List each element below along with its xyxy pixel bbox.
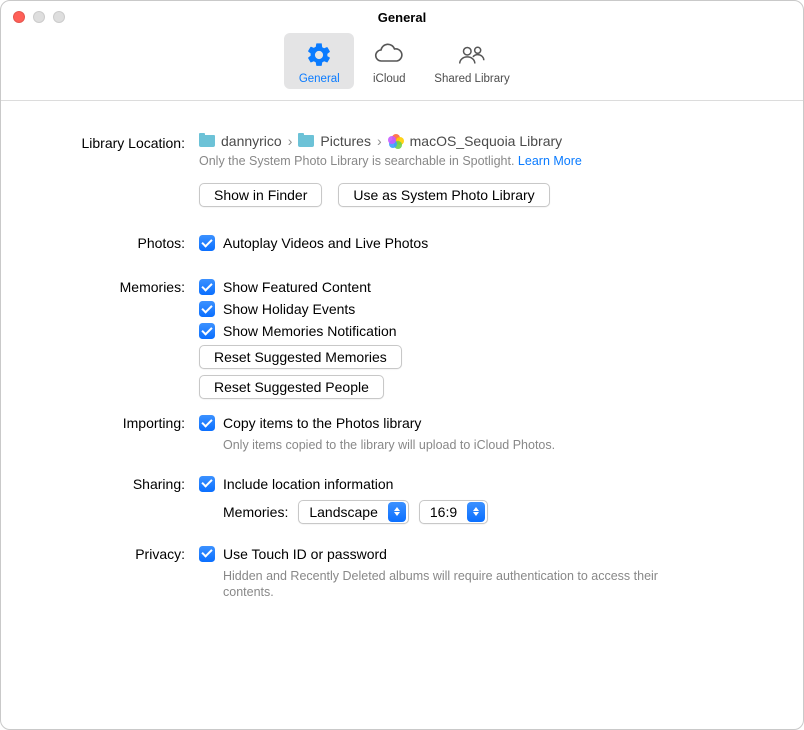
- crumb-pictures: Pictures: [320, 133, 371, 149]
- crumb-home: dannyrico: [221, 133, 282, 149]
- holiday-events-checkbox[interactable]: [199, 301, 215, 317]
- stepper-arrows-icon: [467, 502, 485, 522]
- home-folder-icon: [199, 135, 215, 148]
- holiday-events-row[interactable]: Show Holiday Events: [199, 301, 755, 317]
- copy-items-label: Copy items to the Photos library: [223, 415, 421, 431]
- copy-items-checkbox[interactable]: [199, 415, 215, 431]
- aspect-ratio-select[interactable]: 16:9: [419, 500, 488, 524]
- crumb-library: macOS_Sequoia Library: [410, 133, 563, 149]
- content-area: Library Location: dannyrico › Pictures ›…: [1, 101, 803, 729]
- sharing-label: Sharing:: [29, 476, 199, 492]
- maximize-button[interactable]: [53, 11, 65, 23]
- row-library-location: Library Location: dannyrico › Pictures ›…: [29, 133, 755, 213]
- row-privacy: Privacy: Use Touch ID or password Hidden…: [29, 546, 755, 601]
- include-location-row[interactable]: Include location information: [199, 476, 755, 492]
- holiday-events-label: Show Holiday Events: [223, 301, 355, 317]
- privacy-label: Privacy:: [29, 546, 199, 562]
- close-button[interactable]: [13, 11, 25, 23]
- photos-label: Photos:: [29, 235, 199, 251]
- pictures-folder-icon: [298, 135, 314, 148]
- row-importing: Importing: Copy items to the Photos libr…: [29, 415, 755, 453]
- featured-content-label: Show Featured Content: [223, 279, 371, 295]
- orientation-select[interactable]: Landscape: [298, 500, 409, 524]
- row-photos: Photos: Autoplay Videos and Live Photos: [29, 235, 755, 257]
- tab-icloud[interactable]: iCloud: [354, 33, 424, 89]
- people-icon: [455, 39, 489, 71]
- window-title: General: [1, 10, 803, 25]
- autoplay-checkbox-row[interactable]: Autoplay Videos and Live Photos: [199, 235, 755, 251]
- autoplay-checkbox[interactable]: [199, 235, 215, 251]
- touch-id-checkbox[interactable]: [199, 546, 215, 562]
- featured-content-checkbox[interactable]: [199, 279, 215, 295]
- memories-label: Memories:: [29, 279, 199, 295]
- show-in-finder-button[interactable]: Show in Finder: [199, 183, 322, 207]
- library-path-breadcrumb[interactable]: dannyrico › Pictures › macOS_Sequoia Lib…: [199, 133, 755, 149]
- learn-more-link[interactable]: Learn More: [518, 154, 582, 168]
- orientation-value: Landscape: [299, 504, 388, 520]
- tab-icloud-label: iCloud: [373, 73, 406, 85]
- photos-library-icon: [388, 135, 404, 148]
- row-sharing: Sharing: Include location information Me…: [29, 476, 755, 524]
- chevron-right-icon: ›: [377, 133, 382, 149]
- gear-icon: [305, 39, 333, 71]
- reset-suggested-people-button[interactable]: Reset Suggested People: [199, 375, 384, 399]
- row-memories: Memories: Show Featured Content Show Hol…: [29, 279, 755, 405]
- preferences-window: General General iCloud Shared Library Li…: [0, 0, 804, 730]
- memories-notification-checkbox[interactable]: [199, 323, 215, 339]
- titlebar: General: [1, 1, 803, 29]
- featured-content-row[interactable]: Show Featured Content: [199, 279, 755, 295]
- touch-id-label: Use Touch ID or password: [223, 546, 387, 562]
- cloud-icon: [373, 39, 405, 71]
- memories-notification-label: Show Memories Notification: [223, 323, 397, 339]
- aspect-value: 16:9: [420, 504, 467, 520]
- copy-items-row[interactable]: Copy items to the Photos library: [199, 415, 755, 431]
- include-location-label: Include location information: [223, 476, 393, 492]
- importing-note: Only items copied to the library will up…: [223, 437, 755, 453]
- stepper-arrows-icon: [388, 502, 406, 522]
- tab-shared-label: Shared Library: [434, 73, 509, 85]
- privacy-note: Hidden and Recently Deleted albums will …: [223, 568, 683, 601]
- tab-general[interactable]: General: [284, 33, 354, 89]
- memories-format-row: Memories: Landscape 16:9: [223, 500, 755, 524]
- library-note: Only the System Photo Library is searcha…: [199, 153, 755, 169]
- traffic-lights: [13, 11, 65, 23]
- library-location-label: Library Location:: [29, 133, 199, 151]
- autoplay-label: Autoplay Videos and Live Photos: [223, 235, 428, 251]
- memories-notification-row[interactable]: Show Memories Notification: [199, 323, 755, 339]
- tab-general-label: General: [299, 73, 340, 85]
- chevron-right-icon: ›: [288, 133, 293, 149]
- touch-id-row[interactable]: Use Touch ID or password: [199, 546, 755, 562]
- include-location-checkbox[interactable]: [199, 476, 215, 492]
- importing-label: Importing:: [29, 415, 199, 431]
- toolbar: General iCloud Shared Library: [1, 29, 803, 101]
- tab-shared-library[interactable]: Shared Library: [424, 33, 519, 89]
- use-as-system-library-button[interactable]: Use as System Photo Library: [338, 183, 549, 207]
- minimize-button[interactable]: [33, 11, 45, 23]
- reset-suggested-memories-button[interactable]: Reset Suggested Memories: [199, 345, 402, 369]
- memories-format-label: Memories:: [223, 504, 288, 520]
